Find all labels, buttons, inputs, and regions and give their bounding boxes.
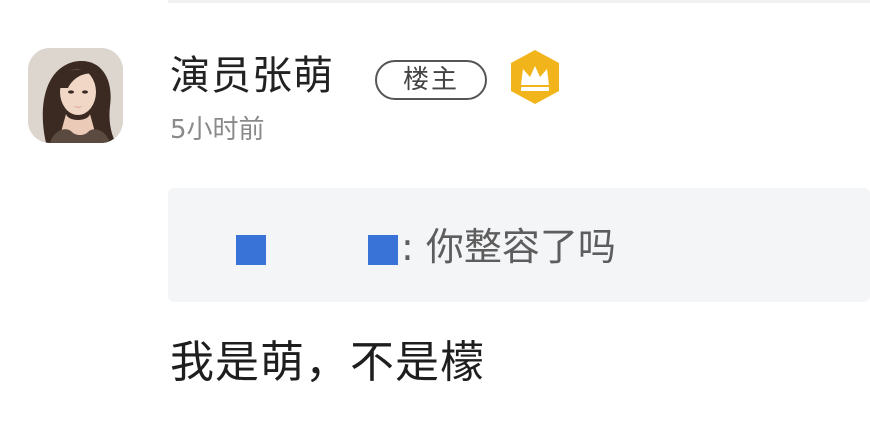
comment-card: 演员张萌 楼主 5小时前 : 你整容了吗 我是萌，不是檬 bbox=[0, 0, 870, 434]
quoted-comment-text: : 你整容了吗 bbox=[401, 225, 616, 269]
avatar-photo bbox=[28, 48, 123, 143]
author-name[interactable]: 演员张萌 bbox=[170, 50, 334, 102]
reply-text: 我是萌，不是檬 bbox=[170, 337, 485, 388]
quoted-comment[interactable]: : 你整容了吗 bbox=[168, 188, 870, 302]
owner-badge: 楼主 bbox=[375, 60, 487, 100]
redaction-block bbox=[368, 235, 398, 265]
redaction-block bbox=[236, 235, 266, 265]
post-time: 5小时前 bbox=[170, 115, 265, 145]
top-divider bbox=[168, 0, 870, 3]
avatar[interactable] bbox=[28, 48, 123, 143]
crown-icon bbox=[505, 47, 565, 107]
